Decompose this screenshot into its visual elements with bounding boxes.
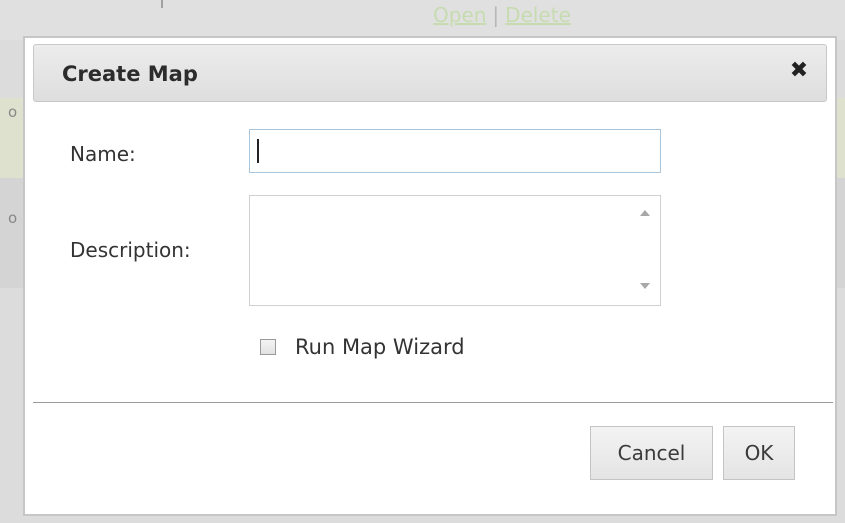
run-map-wizard-checkbox[interactable] — [260, 339, 276, 355]
name-label: Name: — [70, 142, 136, 166]
scroll-down-arrow-icon[interactable] — [640, 283, 650, 289]
text-cursor — [257, 139, 259, 163]
close-icon[interactable]: ✖ — [788, 59, 810, 83]
dialog-title: Create Map — [62, 62, 198, 86]
create-map-dialog: Create Map ✖ Name: Description: Run Map … — [23, 36, 837, 516]
description-scrollbar[interactable] — [632, 196, 660, 305]
run-map-wizard-label[interactable]: Run Map Wizard — [295, 335, 465, 359]
cancel-button[interactable]: Cancel — [590, 426, 713, 480]
description-label: Description: — [70, 238, 191, 262]
scroll-up-arrow-icon[interactable] — [640, 210, 650, 216]
name-input[interactable] — [249, 129, 661, 173]
link-separator: | — [492, 3, 500, 27]
delete-link[interactable]: Delete — [505, 3, 571, 27]
footer-divider — [33, 402, 833, 403]
background-actions: Open | Delete — [433, 3, 571, 27]
background-row-marker: o — [8, 209, 18, 227]
description-field[interactable] — [249, 195, 661, 306]
background-tick — [161, 0, 163, 8]
background-row-marker: o — [8, 103, 18, 121]
description-textarea[interactable] — [250, 196, 630, 305]
dialog-titlebar: Create Map ✖ — [33, 44, 827, 102]
ok-button[interactable]: OK — [723, 426, 795, 480]
background-band — [0, 0, 845, 40]
open-link[interactable]: Open — [433, 3, 486, 27]
